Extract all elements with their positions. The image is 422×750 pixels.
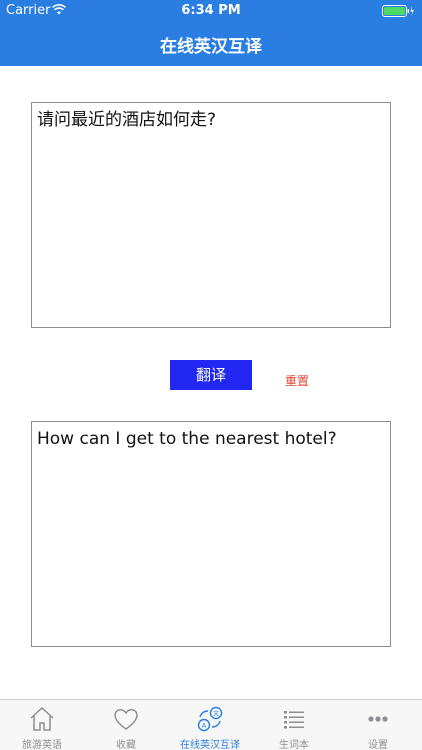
tab-label: 生词本 (279, 740, 309, 750)
more-icon (368, 716, 388, 722)
tab-vocabulary[interactable]: 生词本 (252, 700, 336, 750)
svg-text:文: 文 (213, 710, 219, 718)
tab-label: 收藏 (116, 740, 136, 750)
tab-favorites[interactable]: 收藏 (84, 700, 168, 750)
tab-travel-english[interactable]: 旅游英语 (0, 700, 84, 750)
tab-settings[interactable]: 设置 (336, 700, 420, 750)
tab-online-translate[interactable]: 文 A 在线英汉互译 (168, 700, 252, 750)
heart-icon (114, 709, 138, 730)
tab-bar: 旅游英语 收藏 文 A 在线英汉互译 生词本 设置 (0, 699, 422, 750)
status-bar: Carrier 6:34 PM (0, 0, 422, 22)
tab-label: 设置 (368, 740, 388, 750)
svg-text:A: A (202, 722, 207, 730)
tab-label: 旅游英语 (22, 740, 62, 750)
home-icon (30, 706, 54, 731)
list-icon (284, 711, 304, 729)
tab-label: 在线英汉互译 (180, 740, 240, 750)
translation-result-field: How can I get to the nearest hotel? (31, 421, 391, 647)
translate-button[interactable]: 翻译 (170, 360, 252, 390)
battery-icon (382, 5, 414, 17)
translate-icon: 文 A (197, 706, 223, 732)
source-text-input[interactable]: 请问最近的酒店如何走? (31, 102, 391, 328)
navigation-bar: Carrier 6:34 PM 在线英汉互译 (0, 0, 422, 66)
page-title: 在线英汉互译 (160, 37, 262, 57)
clock: 6:34 PM (181, 3, 241, 18)
reset-button[interactable]: 重置 (277, 372, 317, 389)
